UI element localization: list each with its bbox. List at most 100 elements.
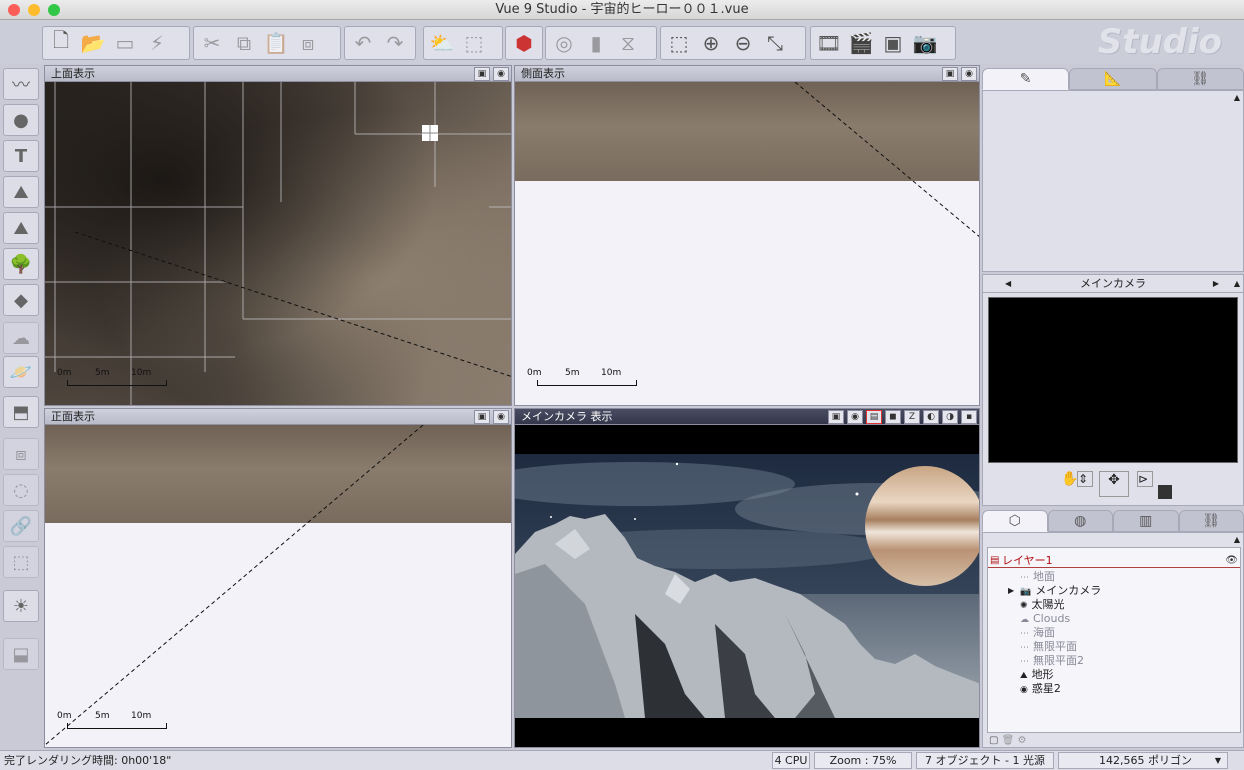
copy-icon[interactable]: ⧉ — [228, 28, 260, 58]
mirror-icon[interactable]: ⧖ — [612, 28, 644, 58]
camera-preview — [988, 297, 1238, 463]
redo-icon[interactable]: ↷ — [379, 28, 411, 58]
symmetric-terrain-icon[interactable]: ⛰ — [3, 212, 39, 244]
new-file-icon[interactable]: 🗋 — [45, 28, 77, 58]
delete-icon[interactable]: 🗑 — [1002, 735, 1015, 746]
expand-arrow-icon[interactable]: ▶ — [1008, 584, 1014, 598]
boolean-icon[interactable]: ◌ — [3, 474, 39, 506]
display-mode-icon[interactable]: ◉ — [493, 410, 509, 424]
collapse-up-icon[interactable]: ▲ — [1234, 93, 1240, 102]
objects-tab-icon[interactable]: ⬡ — [982, 510, 1048, 532]
metablob-icon[interactable]: ⬚ — [3, 546, 39, 578]
next-camera-icon[interactable]: ▶ — [1213, 275, 1219, 293]
contrast-icon[interactable]: ◑ — [942, 410, 958, 424]
paste-icon[interactable]: 📋 — [260, 28, 292, 58]
collapse-up-icon[interactable]: ▲ — [1234, 275, 1240, 293]
load-object-icon[interactable]: ⬒ — [3, 396, 39, 428]
object-row[interactable]: ⋯ 無限平面2 — [1020, 654, 1084, 668]
object-row[interactable]: ⋯ 無限平面 — [1020, 640, 1077, 654]
duplicate-icon[interactable]: ⧈ — [292, 28, 324, 58]
materials-tab-icon[interactable]: ◍ — [1047, 510, 1113, 532]
studio-logo: Studio — [1097, 22, 1222, 62]
aspect-tab-icon[interactable]: ✎ — [982, 68, 1070, 90]
camera-viewport[interactable]: メインカメラ 表示 ▣ ◉ ▤ ◼ Z ◐ ◑ ▪ — [514, 408, 980, 748]
animation-tab-icon[interactable]: ⛓ — [1156, 68, 1244, 90]
side-viewport[interactable]: 側面表示 ▣ ◉ 0m 5m 10m — [514, 65, 980, 406]
flash-save-icon[interactable]: ⚡ — [141, 28, 173, 58]
align-icon[interactable]: ▮ — [580, 28, 612, 58]
group-icon[interactable]: ⧈ — [3, 438, 39, 470]
object-properties-icon[interactable]: ⬚ — [458, 28, 490, 58]
object-row[interactable]: ☁ Clouds — [1020, 612, 1070, 626]
display-mode-icon[interactable]: ◉ — [961, 67, 977, 81]
plane-icon: ⋯ — [1020, 657, 1029, 667]
visibility-eye-icon[interactable]: 👁 — [1225, 554, 1238, 568]
water-plane-icon[interactable]: 〰 — [3, 68, 39, 100]
top-viewport[interactable]: 上面表示 ▣ ◉ 0m 5m 10m — [44, 65, 512, 406]
fit-view-icon[interactable]: ⤡ — [759, 28, 791, 58]
zoom-window-button[interactable] — [48, 4, 60, 16]
object-row[interactable]: ◉ 惑星2 — [1020, 682, 1061, 696]
front-view-overlay — [45, 425, 424, 746]
polygon-count-select[interactable]: 142,565 ポリゴン ▼ — [1058, 752, 1228, 769]
link-icon[interactable]: 🔗 — [3, 510, 39, 542]
orbit-icon[interactable]: ✥ — [1099, 471, 1129, 497]
minimize-window-button[interactable] — [28, 4, 40, 16]
rgb-channel-icon[interactable]: ▤ — [866, 410, 882, 424]
object-row[interactable]: ⛰ 地形 — [1020, 668, 1054, 682]
view-options-icon[interactable]: ▣ — [474, 67, 490, 81]
zoom-in-icon[interactable]: ⊕ — [695, 28, 727, 58]
alpha-channel-icon[interactable]: ◼ — [885, 410, 901, 424]
cut-icon[interactable]: ✂ — [196, 28, 228, 58]
front-viewport[interactable]: 正面表示 ▣ ◉ 0m 5m 10m — [44, 408, 512, 748]
collapse-up-icon[interactable]: ▲ — [1234, 535, 1240, 544]
open-folder-icon[interactable]: 📂 — [77, 28, 109, 58]
text-tool-icon[interactable]: T — [3, 140, 39, 172]
options-icon[interactable]: ⚙ — [1018, 735, 1027, 746]
previous-camera-icon[interactable]: ◀ — [1005, 275, 1011, 293]
frame-icon[interactable]: ▣ — [877, 28, 909, 58]
select-zoom-icon[interactable]: ⬚ — [663, 28, 695, 58]
export-icon[interactable]: ⬓ — [3, 638, 39, 670]
render-camera-icon[interactable]: 📷 — [909, 28, 941, 58]
save-icon[interactable]: ▭ — [109, 28, 141, 58]
exposure-icon[interactable]: ◐ — [923, 410, 939, 424]
pick-icon[interactable]: ◎ — [548, 28, 580, 58]
layer-row[interactable]: ▤ レイヤー1 👁 — [988, 554, 1240, 568]
object-row[interactable]: ⋯ 地面 — [1020, 570, 1055, 584]
animation-icon[interactable]: 🎬 — [845, 28, 877, 58]
display-mode-icon[interactable]: ◉ — [493, 67, 509, 81]
store-camera-icon[interactable] — [1158, 485, 1172, 499]
rock-icon[interactable]: ◆ — [3, 284, 39, 316]
textures-tab-icon[interactable]: ▥ — [1113, 510, 1179, 532]
new-layer-icon[interactable]: ▢ — [989, 735, 998, 746]
save-render-icon[interactable]: ▪ — [961, 410, 977, 424]
links-tab-icon[interactable]: ⛓ — [1178, 510, 1244, 532]
sphere-icon[interactable]: ● — [3, 104, 39, 136]
plant-icon[interactable]: 🌳 — [3, 248, 39, 280]
camera-selector[interactable]: ◀ メインカメラ ▶ ▲ — [983, 275, 1243, 293]
terrain-icon[interactable]: ⛰ — [3, 176, 39, 208]
object-row[interactable]: ✺ 太陽光 — [1020, 598, 1065, 612]
numerics-tab-icon[interactable]: 📐 — [1069, 68, 1157, 90]
material-editor-icon[interactable]: ⬢ — [508, 28, 540, 58]
zoom-out-icon[interactable]: ⊖ — [727, 28, 759, 58]
pan-hand-icon[interactable]: ✋ — [1061, 471, 1078, 487]
close-window-button[interactable] — [8, 4, 20, 16]
cloud-icon[interactable]: ☁ — [3, 322, 39, 354]
atmosphere-editor-icon[interactable]: ⛅ — [426, 28, 458, 58]
view-options-icon[interactable]: ▣ — [828, 410, 844, 424]
view-options-icon[interactable]: ▣ — [942, 67, 958, 81]
object-row[interactable]: ▶ 📷 メインカメラ — [1008, 584, 1101, 598]
planet-icon[interactable]: 🪐 — [3, 356, 39, 388]
view-options-icon[interactable]: ▣ — [474, 410, 490, 424]
display-mode-icon[interactable]: ◉ — [847, 410, 863, 424]
depth-channel-button[interactable]: Z — [904, 410, 920, 424]
side-scale-bar: 0m 5m 10m — [527, 368, 657, 392]
render-area-icon[interactable]: 🎞 — [813, 28, 845, 58]
move-icon[interactable]: ⇕ — [1077, 471, 1093, 487]
light-icon[interactable]: ☀ — [3, 590, 39, 622]
look-icon[interactable]: ⊳ — [1137, 471, 1153, 487]
object-row[interactable]: ⋯ 海面 — [1020, 626, 1055, 640]
undo-icon[interactable]: ↶ — [347, 28, 379, 58]
